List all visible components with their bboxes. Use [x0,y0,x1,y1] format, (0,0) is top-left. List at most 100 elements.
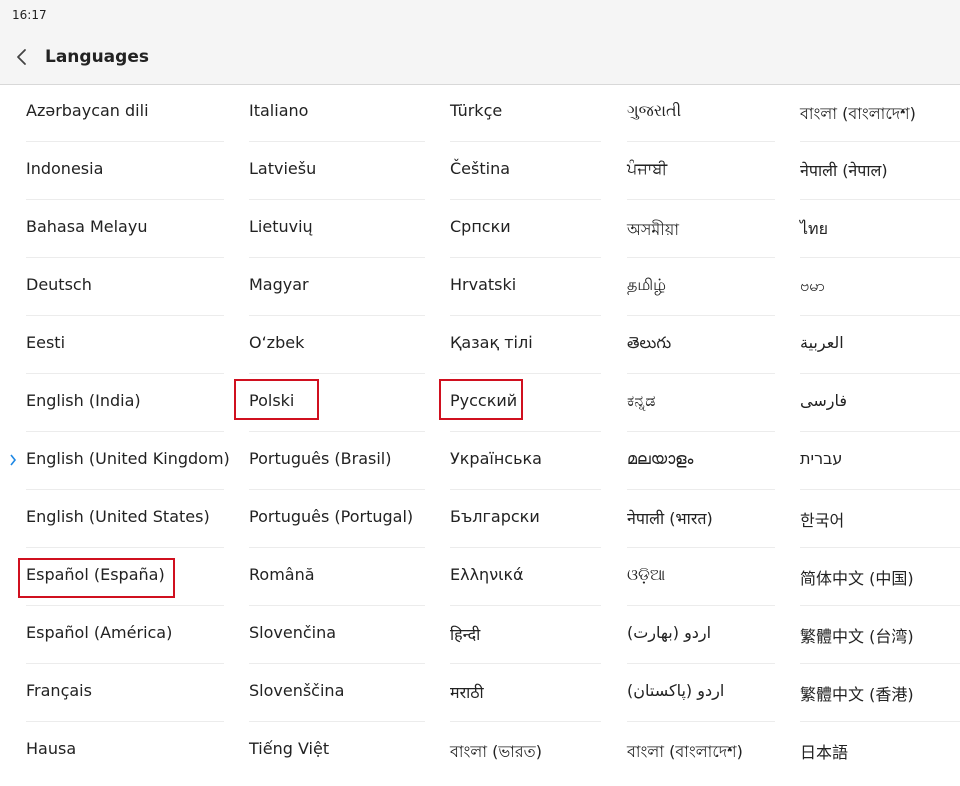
language-label: தமிழ் [627,275,667,294]
language-item[interactable]: O‘zbek [249,316,425,374]
language-label: Српски [450,217,511,236]
language-item[interactable]: Deutsch [26,258,224,316]
language-label: Italiano [249,101,309,120]
language-label: Hausa [26,739,77,758]
language-label: English (India) [26,391,141,410]
language-item[interactable]: ဗမာ [800,258,960,316]
language-item[interactable]: ไทย [800,200,960,258]
language-item[interactable]: Српски [450,200,601,258]
language-item[interactable]: Türkçe [450,84,601,142]
status-bar: 16:17 [0,0,960,30]
language-label: Bahasa Melayu [26,217,148,236]
page-title: Languages [45,47,149,67]
language-item[interactable]: मराठी [450,664,601,722]
language-item[interactable]: Bahasa Melayu [26,200,224,258]
language-item[interactable]: العربية [800,316,960,374]
language-column: ગુજરાતી ਪੰਜਾਬੀ অসমীয়া தமிழ் తెలుగు ಕನ್ನಡ മലയാ… [627,84,775,780]
language-label: Hrvatski [450,275,517,294]
language-item[interactable]: Français [26,664,224,722]
language-item[interactable]: Lietuvių [249,200,425,258]
language-item[interactable]: 한국어 [800,490,960,548]
language-item[interactable]: اردو (پاکستان) [627,664,775,722]
language-item[interactable]: Қазақ тілі [450,316,601,374]
language-item[interactable]: অসমীয়া [627,200,775,258]
language-item[interactable]: Português (Portugal) [249,490,425,548]
language-item[interactable]: Български [450,490,601,548]
language-item[interactable]: 繁體中文 (台湾) [800,606,960,664]
language-item[interactable]: Italiano [249,84,425,142]
language-label: বাংলা (ভারত) [450,742,542,761]
language-label: Eesti [26,333,66,352]
language-column: Italiano Latviešu Lietuvių Magyar O‘zbek Pols… [249,84,425,780]
language-label: O‘zbek [249,333,305,352]
language-label: বাংলা (বাংলাদেশ) [800,104,916,123]
language-item[interactable]: Tiếng Việt [249,722,425,780]
language-label: বাংলা (বাংলাদেশ) [627,742,743,761]
language-label: Français [26,681,92,700]
language-item[interactable]: English (United Kingdom) [10,432,230,490]
language-label: Slovenščina [249,681,345,700]
language-item[interactable]: English (India) [26,374,224,432]
language-item[interactable]: नेपाली (भारत) [627,490,775,548]
language-item[interactable]: Magyar [249,258,425,316]
language-label: 한국어 [800,511,845,530]
language-item[interactable]: Português (Brasil) [249,432,425,490]
language-item[interactable]: Ελληνικά [450,548,601,606]
language-item[interactable]: বাংলা (বাংলাদেশ) [800,84,960,142]
language-item[interactable]: 繁體中文 (香港) [800,664,960,722]
language-label: ಕನ್ನಡ [627,391,656,410]
language-item[interactable]: Hausa [26,722,224,780]
language-item[interactable]: اردو (بھارت) [627,606,775,664]
language-item[interactable]: മലയാളം [627,432,775,490]
language-label: 繁體中文 (香港) [800,685,914,704]
app-header: Languages [0,30,960,85]
language-label: فارسی [800,391,847,410]
language-item[interactable]: Čeština [450,142,601,200]
chevron-left-icon [17,49,26,65]
language-label: 简体中文 (中国) [800,569,914,588]
language-label: English (United States) [26,507,210,526]
language-item[interactable]: ગુજરાતી [627,84,775,142]
language-item[interactable]: Indonesia [26,142,224,200]
language-item[interactable]: Latviešu [249,142,425,200]
language-label: Português (Brasil) [249,449,392,468]
language-item[interactable]: ಕನ್ನಡ [627,374,775,432]
language-item[interactable]: Slovenščina [249,664,425,722]
language-label: اردو (پاکستان) [627,681,725,700]
language-item[interactable]: Eesti [26,316,224,374]
language-item[interactable]: Azərbaycan dili [26,84,224,142]
language-item[interactable]: Română [249,548,425,606]
language-item[interactable]: বাংলা (বাংলাদেশ) [627,722,775,780]
language-label: नेपाली (नेपाल) [800,161,888,180]
language-label: Magyar [249,275,309,294]
language-label: اردو (بھارت) [627,623,712,642]
language-label: Português (Portugal) [249,507,414,526]
language-label: العربية [800,333,844,352]
language-item[interactable]: हिन्दी [450,606,601,664]
language-item[interactable]: فارسی [800,374,960,432]
language-item[interactable]: English (United States) [26,490,224,548]
highlight-box-espanol-espana [18,558,175,598]
language-item[interactable]: नेपाली (नेपाल) [800,142,960,200]
back-button[interactable] [10,44,36,70]
language-item[interactable]: עברית [800,432,960,490]
language-item[interactable]: Español (América) [26,606,224,664]
language-label: English (United Kingdom) [26,449,230,468]
language-label: Български [450,507,540,526]
language-label: Română [249,565,315,584]
language-item[interactable]: ਪੰਜਾਬੀ [627,142,775,200]
language-label: മലയാളം [627,449,694,468]
language-item[interactable]: తెలుగు [627,316,775,374]
language-item[interactable]: தமிழ் [627,258,775,316]
language-item[interactable]: বাংলা (ভারত) [450,722,601,780]
language-item[interactable]: Hrvatski [450,258,601,316]
language-label: తెలుగు [627,333,672,352]
language-item[interactable]: 日本語 [800,722,960,780]
language-item[interactable]: 简体中文 (中国) [800,548,960,606]
highlight-box-russkiy [439,379,523,420]
language-item[interactable]: Slovenčina [249,606,425,664]
language-label: Lietuvių [249,217,313,236]
language-item[interactable]: ଓଡ଼ିଆ [627,548,775,606]
language-label: 繁體中文 (台湾) [800,627,914,646]
language-item[interactable]: Українська [450,432,601,490]
